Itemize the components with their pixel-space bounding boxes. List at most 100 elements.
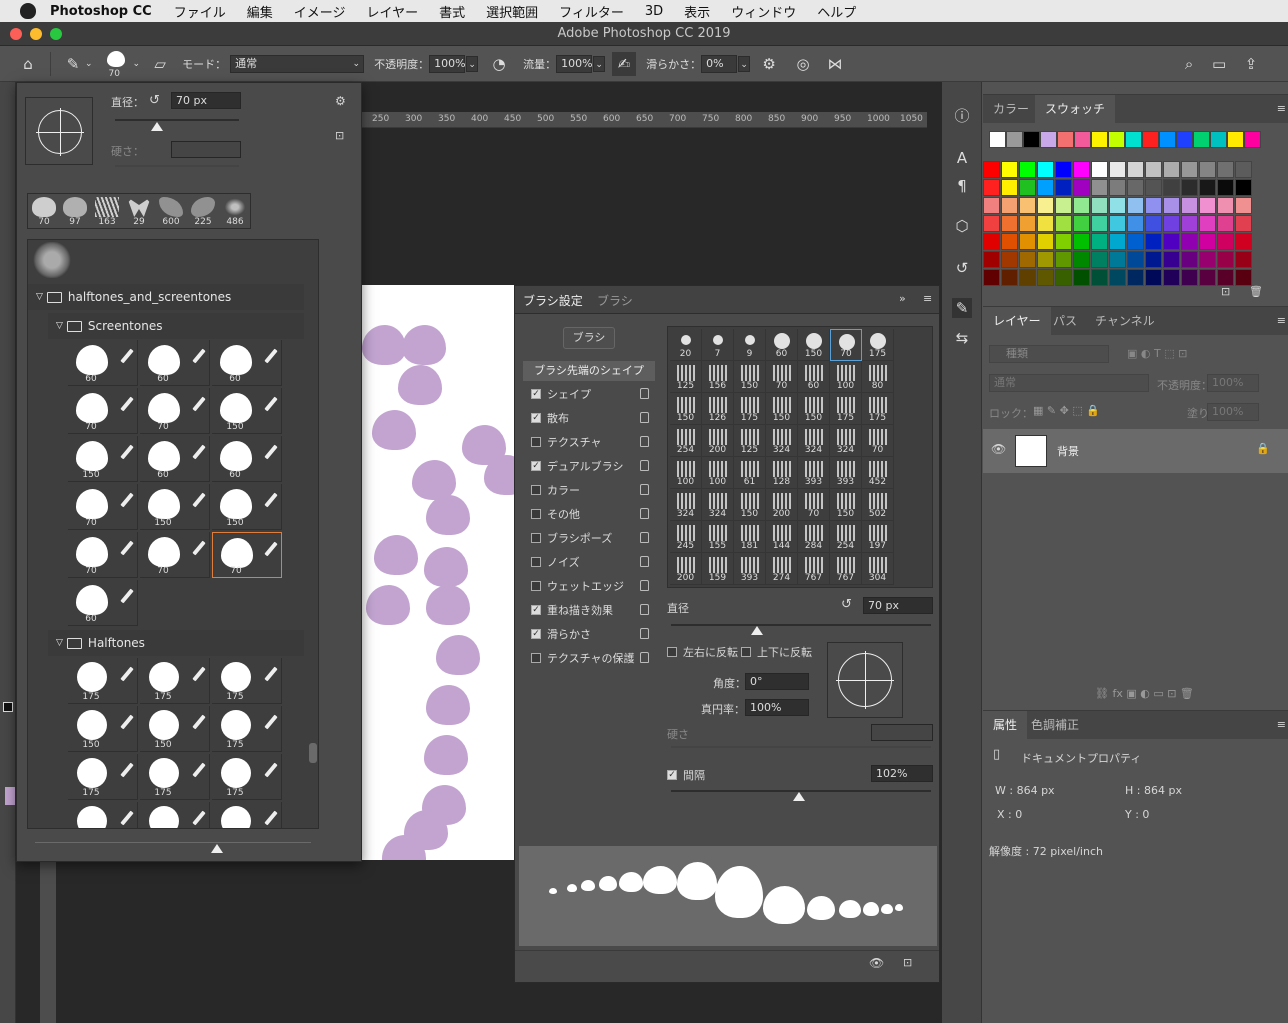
fill-input[interactable]: 100%	[1207, 403, 1259, 421]
brush-tip-cell[interactable]: 150	[830, 489, 862, 521]
lock-icon[interactable]	[640, 460, 649, 471]
swatch[interactable]	[1037, 269, 1054, 286]
brush-tip-cell[interactable]: 324	[766, 425, 798, 457]
trash-icon[interactable]: 🗑	[1249, 285, 1263, 298]
swatch[interactable]	[1159, 131, 1176, 148]
swatch[interactable]	[983, 251, 1000, 268]
layer-filter-select[interactable]: 種類	[989, 345, 1109, 363]
brush-tip-cell[interactable]: 393	[798, 457, 830, 489]
brush-tip-cell[interactable]: 393	[830, 457, 862, 489]
swatch[interactable]	[1023, 131, 1040, 148]
brush-tip-cell[interactable]: 254	[670, 425, 702, 457]
swatch[interactable]	[1037, 251, 1054, 268]
brush-tip-cell[interactable]: 156	[702, 361, 734, 393]
checkbox[interactable]	[531, 437, 541, 447]
character-icon[interactable]: A	[952, 148, 972, 168]
brush-preset-tile[interactable]: 70	[68, 388, 138, 434]
pressure-size-icon[interactable]: ◎	[791, 52, 815, 76]
swatch[interactable]	[1073, 197, 1090, 214]
swatch[interactable]	[1091, 197, 1108, 214]
brush-tip-cell[interactable]: 150	[798, 393, 830, 425]
menu-layer[interactable]: レイヤー	[366, 2, 418, 21]
brush-tip-cell[interactable]: 70	[798, 489, 830, 521]
gear-icon[interactable]: ⚙	[757, 52, 781, 76]
swatch[interactable]	[1040, 131, 1057, 148]
new-preset-icon[interactable]: ⊡	[335, 129, 344, 142]
swatch[interactable]	[983, 179, 1000, 196]
swatch[interactable]	[1193, 131, 1210, 148]
brush-category-10[interactable]: ✓ 滑らかさ	[523, 623, 653, 645]
swatch[interactable]	[1199, 269, 1216, 286]
3d-icon[interactable]: ⬡	[952, 216, 972, 236]
swatch[interactable]	[983, 233, 1000, 250]
swatch[interactable]	[1055, 215, 1072, 232]
checkbox[interactable]	[531, 557, 541, 567]
pressure-opacity-icon[interactable]: ◔	[487, 52, 511, 76]
tab-adjustments[interactable]: 色調補正	[1021, 711, 1089, 739]
collapse-icon[interactable]: »	[899, 292, 906, 305]
swatch[interactable]	[1181, 233, 1198, 250]
swatch[interactable]	[1109, 161, 1126, 178]
blend-mode-select[interactable]: 通常	[989, 374, 1149, 392]
swatch[interactable]	[1109, 251, 1126, 268]
brushes-button[interactable]: ブラシ	[563, 327, 615, 349]
menu-window[interactable]: ウィンドウ	[731, 2, 796, 21]
swatch[interactable]	[1001, 179, 1018, 196]
swatch[interactable]	[1217, 215, 1234, 232]
swatch[interactable]	[1019, 197, 1036, 214]
brush-preset-tile[interactable]: 60	[140, 436, 210, 482]
checkbox[interactable]	[531, 581, 541, 591]
swatch[interactable]	[1244, 131, 1261, 148]
brush-category-11[interactable]: テクスチャの保護	[523, 647, 653, 669]
swatch[interactable]	[1055, 251, 1072, 268]
brush-preset-tile[interactable]: 150	[212, 484, 282, 530]
brush-preset-tile[interactable]	[212, 802, 282, 828]
swatch[interactable]	[1055, 233, 1072, 250]
brush-tip-cell[interactable]: 125	[734, 425, 766, 457]
menu-image[interactable]: イメージ	[294, 2, 346, 21]
share-icon[interactable]: ⇪	[1239, 52, 1263, 76]
brush-tip-cell[interactable]: 304	[862, 553, 894, 585]
swatch[interactable]	[1073, 269, 1090, 286]
brush-preset-tile[interactable]: 175	[212, 706, 282, 752]
swatch[interactable]	[1057, 131, 1074, 148]
app-menu[interactable]: Photoshop CC	[50, 4, 152, 19]
brush-preset-tile[interactable]	[68, 802, 138, 828]
recent-brush[interactable]: 29	[124, 196, 154, 229]
lock-icon[interactable]	[640, 436, 649, 447]
swatch[interactable]	[1001, 233, 1018, 250]
swatch[interactable]	[1142, 131, 1159, 148]
tab-color[interactable]: カラー	[983, 95, 1039, 123]
canvas[interactable]	[362, 285, 514, 860]
swatch[interactable]	[1127, 161, 1144, 178]
preview-size-thumb[interactable]	[211, 844, 223, 853]
swatch[interactable]	[1145, 233, 1162, 250]
brush-subgroup-header[interactable]: ▽ Halftones	[48, 630, 304, 656]
swatch[interactable]	[1127, 233, 1144, 250]
swatch[interactable]	[1108, 131, 1125, 148]
brush-tip-cell[interactable]: 175	[862, 393, 894, 425]
brush-tip-cell[interactable]: 70	[830, 329, 862, 361]
swatch[interactable]	[1217, 161, 1234, 178]
swatch[interactable]	[1091, 131, 1108, 148]
angle-input[interactable]: 0°	[745, 673, 809, 690]
brush-tip-cell[interactable]: 7	[702, 329, 734, 361]
brush-category-5[interactable]: その他	[523, 503, 653, 525]
tab-paths[interactable]: パス	[1043, 307, 1087, 335]
brush-preset-tile[interactable]: 175	[212, 754, 282, 800]
swatch[interactable]	[1181, 179, 1198, 196]
search-icon[interactable]: ⌕	[1177, 52, 1201, 76]
brush-preset-tile[interactable]: 70	[212, 532, 282, 578]
brush-tip-cell[interactable]: 70	[862, 425, 894, 457]
brush-tip-cell[interactable]: 100	[702, 457, 734, 489]
reset-icon[interactable]: ↺	[149, 93, 160, 108]
brush-tip-cell[interactable]: 324	[670, 489, 702, 521]
spacing-input[interactable]: 102%	[871, 765, 933, 782]
swatch[interactable]	[1181, 215, 1198, 232]
swatch[interactable]	[1109, 179, 1126, 196]
swatch[interactable]	[1001, 197, 1018, 214]
brush-tip-cell[interactable]: 452	[862, 457, 894, 489]
menu-help[interactable]: ヘルプ	[817, 2, 856, 21]
brush-tip-shape-section[interactable]: ブラシ先端のシェイプ	[523, 361, 655, 381]
brush-preset-tile[interactable]: 60	[212, 340, 282, 386]
